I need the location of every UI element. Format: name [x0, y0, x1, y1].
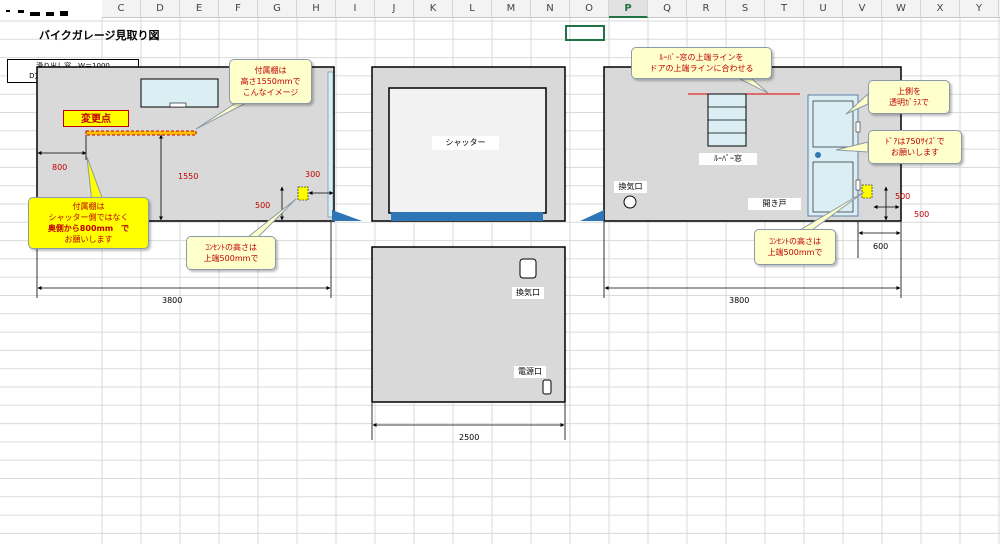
louver-label: ﾙｰﾊﾞｰ窓 [699, 153, 757, 165]
floor-vent-label: 換気口 [512, 287, 544, 299]
door-knob [815, 152, 821, 158]
dim-500b-label: 500 [914, 210, 930, 219]
shutter-label: シャッター [432, 136, 499, 150]
dim-3800-right-label: 3800 [729, 296, 750, 305]
callout-shelf-height: 付属棚は 高さ1550mmで こんなイメージ [229, 59, 312, 104]
left-door-ramp [332, 210, 362, 221]
shutter [388, 87, 547, 214]
dim-500a-label: 500 [895, 192, 911, 201]
left-outlet [297, 186, 309, 201]
dim-800-label: 800 [52, 163, 68, 172]
shutter-bottom-bar [391, 212, 543, 221]
callout-glass: 上側を 透明ｶﾞﾗｽで [868, 80, 950, 114]
change-point-label: 変更点 [63, 110, 129, 127]
floor-power [542, 379, 552, 395]
left-door-strip [327, 71, 334, 218]
spreadsheet[interactable]: CDEFGHIJKLMNOPQRSTUVWXYZ バイクガレージ見取り図 滑り出… [0, 0, 1000, 544]
dim-500-left-label: 500 [255, 201, 271, 210]
dim-2500-label: 2500 [459, 433, 480, 442]
right-vent-label: 換気口 [614, 181, 647, 193]
dim-1550-label: 1550 [178, 172, 199, 181]
dim-600-label: 600 [873, 242, 889, 251]
door-upper-glass [812, 100, 854, 148]
dim-300-label: 300 [305, 170, 321, 179]
right-vent [623, 195, 637, 209]
floor-power-label: 電源口 [514, 366, 546, 378]
dim-3800-left-label: 3800 [162, 296, 183, 305]
right-ramp [580, 210, 604, 221]
callout-outlet-right: ｺﾝｾﾝﾄの高さは 上端500mmで [754, 229, 836, 265]
door-label: 開き戸 [748, 198, 801, 210]
left-window-handle [169, 102, 187, 108]
callout-shelf-position: 付属棚は シャッター側ではなく 奥側から800mm で お願いします [28, 197, 149, 249]
floor-vent [519, 258, 537, 279]
shelf-bar [85, 130, 197, 136]
callout-louver: ﾙｰﾊﾞｰ窓の上端ラインを ドアの上端ラインに合わせる [631, 47, 772, 79]
right-outlet [861, 184, 873, 199]
callout-outlet-left: ｺﾝｾﾝﾄの高さは 上端500mmで [186, 236, 276, 270]
callout-door-size: ﾄﾞｱは750ｻｲｽﾞで お願いします [868, 130, 962, 164]
drawing-layer [36, 66, 902, 440]
